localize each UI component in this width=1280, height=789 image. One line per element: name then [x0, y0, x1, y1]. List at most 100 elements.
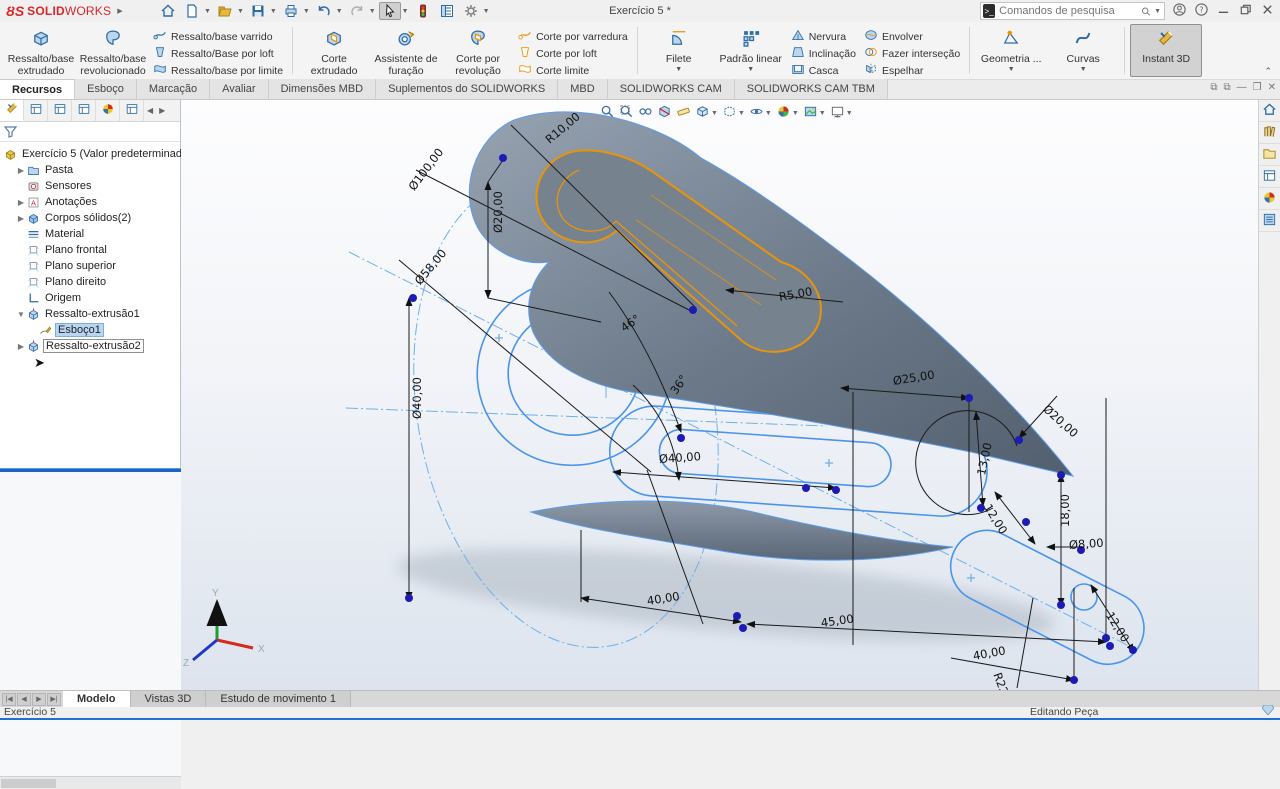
ribbon-button-loft-cut[interactable]: Corte por loft — [514, 45, 632, 62]
scrollbar-thumb[interactable] — [1, 779, 56, 788]
tree-item-plano-superior[interactable]: Plano superior — [0, 258, 180, 274]
ribbon-button-fillet[interactable]: Filete▼ — [643, 24, 715, 77]
new-document-button[interactable] — [181, 2, 203, 20]
print-button[interactable] — [280, 2, 302, 20]
ribbon-button-draft[interactable]: Inclinação — [787, 45, 860, 62]
headsup-zoom-area-button[interactable] — [618, 103, 635, 123]
bottom-tab-estudo-de-movimento-1[interactable]: Estudo de movimento 1 — [206, 691, 351, 707]
ribbon-button-loft-boss[interactable]: Ressalto/Base por loft — [149, 45, 287, 62]
panel-horizontal-scrollbar[interactable] — [0, 776, 181, 789]
open-document-button[interactable] — [214, 2, 236, 20]
undo-caret[interactable]: ▼ — [336, 8, 343, 15]
headsup-hide-show-items-button[interactable]: ▼ — [748, 103, 773, 123]
close-button[interactable] — [1256, 1, 1278, 21]
options-gear-caret[interactable]: ▼ — [483, 8, 490, 15]
expand-arrow-icon[interactable]: ▶ — [16, 342, 26, 351]
ribbon-button-boundary-cut[interactable]: Corte limite — [514, 62, 632, 79]
tab-suplementos-do-solidworks[interactable]: Suplementos do SOLIDWORKS — [376, 79, 558, 99]
dimension-label[interactable]: Ø40,00 — [410, 377, 424, 419]
panel-tab-cam-tree[interactable] — [120, 100, 144, 121]
dimension-label[interactable]: Ø8,00 — [1069, 536, 1105, 552]
status-gem-icon[interactable] — [1262, 705, 1274, 718]
expand-arrow-icon[interactable]: ▶ — [16, 214, 26, 223]
tree-item-ressalto-extrus-o1[interactable]: ▼ Ressalto-extrusão1 — [0, 306, 180, 322]
task-pane-list-button[interactable] — [436, 2, 458, 20]
bottom-tab-vistas-3d[interactable]: Vistas 3D — [131, 691, 207, 707]
ribbon-button-mirror[interactable]: Espelhar — [860, 62, 964, 79]
headsup-view-settings-button[interactable]: ▼ — [829, 103, 854, 123]
bottom-tab-modelo[interactable]: Modelo — [63, 691, 131, 707]
taskpane-custom-properties-button[interactable] — [1259, 210, 1280, 232]
dimension-label[interactable]: Ø40,00 — [659, 449, 702, 466]
tree-item-plano-direito[interactable]: Plano direito — [0, 274, 180, 290]
ribbon-button-cut-revolve[interactable]: Corte por revolução — [442, 24, 514, 77]
tree-item-plano-frontal[interactable]: Plano frontal — [0, 242, 180, 258]
linear-pattern-caret[interactable]: ▼ — [747, 66, 754, 74]
filter-funnel-icon[interactable] — [4, 126, 17, 138]
help-button[interactable]: ? — [1190, 1, 1212, 21]
doc-close-icon[interactable]: ✕ — [1268, 82, 1276, 93]
panel-tab-display-manager[interactable] — [96, 100, 120, 121]
nav-first-icon[interactable]: |◀ — [2, 693, 16, 706]
save-button[interactable] — [247, 2, 269, 20]
minimize-button[interactable] — [1212, 1, 1234, 21]
curves-caret[interactable]: ▼ — [1080, 66, 1087, 74]
headsup-apply-scene-button[interactable]: ▼ — [802, 103, 827, 123]
ribbon-button-boss-revolve[interactable]: Ressalto/base revolucionado — [77, 24, 149, 77]
nav-last-icon[interactable]: ▶| — [47, 693, 61, 706]
new-document-caret[interactable]: ▼ — [204, 8, 211, 15]
tree-item-material-n-o-especificado[interactable]: Material — [0, 226, 180, 242]
search-caret[interactable]: ▼ — [1154, 8, 1161, 15]
ribbon-button-rib[interactable]: Nervura — [787, 28, 860, 45]
nav-next-icon[interactable]: ▶ — [32, 693, 46, 706]
tree-item-exerc-cio-5-valor-predeterminado[interactable]: Exercício 5 (Valor predeterminado) — [0, 146, 180, 162]
taskpane-file-explorer-button[interactable] — [1259, 144, 1280, 166]
taskpane-appearances-button[interactable] — [1259, 188, 1280, 210]
apply-scene-caret[interactable]: ▼ — [819, 110, 826, 117]
tree-item-origem[interactable]: Origem — [0, 290, 180, 306]
ribbon-button-shell[interactable]: Casca — [787, 62, 860, 79]
undo-button[interactable] — [313, 2, 335, 20]
panel-tab-dimxpert-manager[interactable] — [72, 100, 96, 121]
expand-arrow-icon[interactable]: ▼ — [16, 310, 26, 319]
dimension-label[interactable]: Ø20,00 — [491, 191, 505, 233]
tab-mbd[interactable]: MBD — [558, 79, 607, 99]
headsup-edit-appearance-button[interactable]: ▼ — [775, 103, 800, 123]
search-icon[interactable] — [1141, 5, 1151, 18]
taskpane-home-button[interactable] — [1259, 100, 1280, 122]
ribbon-button-boundary-boss[interactable]: Ressalto/base por limite — [149, 62, 287, 79]
restore-button[interactable] — [1234, 1, 1256, 21]
redo-caret[interactable]: ▼ — [369, 8, 376, 15]
tree-filter-row[interactable] — [0, 122, 180, 142]
rebuild-traffic-light-button[interactable] — [412, 2, 434, 20]
ribbon-button-intersect[interactable]: Fazer interseção — [860, 45, 964, 62]
account-button[interactable] — [1168, 1, 1190, 21]
ribbon-button-curves[interactable]: Curvas▼ — [1047, 24, 1119, 77]
open-document-caret[interactable]: ▼ — [237, 8, 244, 15]
panel-tab-feature-manager[interactable] — [0, 100, 24, 121]
taskpane-design-library-button[interactable] — [1259, 122, 1280, 144]
tree-item-ressalto-extrus-o2[interactable]: ▶ Ressalto-extrusão2 — [0, 338, 180, 354]
doc-restore-icon[interactable]: ❐ — [1253, 82, 1262, 93]
tree-item-sensores[interactable]: Sensores — [0, 178, 180, 194]
dimension-label[interactable]: 18,00 — [1058, 494, 1072, 527]
save-caret[interactable]: ▼ — [270, 8, 277, 15]
tab-esbo-o[interactable]: Esboço — [75, 79, 137, 99]
ribbon-button-swept-cut[interactable]: Corte por varredura — [514, 28, 632, 45]
search-box[interactable]: >_ ▼ — [980, 2, 1165, 20]
tab-avaliar[interactable]: Avaliar — [210, 79, 268, 99]
tree-item-corpos-s-lidos-2[interactable]: ▶ Corpos sólidos(2) — [0, 210, 180, 226]
ribbon-button-boss-extrude[interactable]: Ressalto/base extrudado — [5, 24, 77, 77]
doc-minimize-icon[interactable]: — — [1237, 82, 1247, 93]
headsup-view-orientation-button[interactable]: ▼ — [694, 103, 719, 123]
tab-recursos[interactable]: Recursos — [0, 79, 75, 99]
options-gear-button[interactable] — [460, 2, 482, 20]
ribbon-button-linear-pattern[interactable]: Padrão linear▼ — [715, 24, 787, 77]
ribbon-button-wrap[interactable]: Envolver — [860, 28, 964, 45]
logo-menu-caret[interactable]: ▶ — [117, 7, 122, 15]
tab-solidworks-cam[interactable]: SOLIDWORKS CAM — [608, 79, 735, 99]
tab-marca-o[interactable]: Marcação — [137, 79, 210, 99]
redo-button[interactable] — [346, 2, 368, 20]
tree-item-anota-es[interactable]: ▶ A Anotações — [0, 194, 180, 210]
hide-show-items-caret[interactable]: ▼ — [765, 110, 772, 117]
